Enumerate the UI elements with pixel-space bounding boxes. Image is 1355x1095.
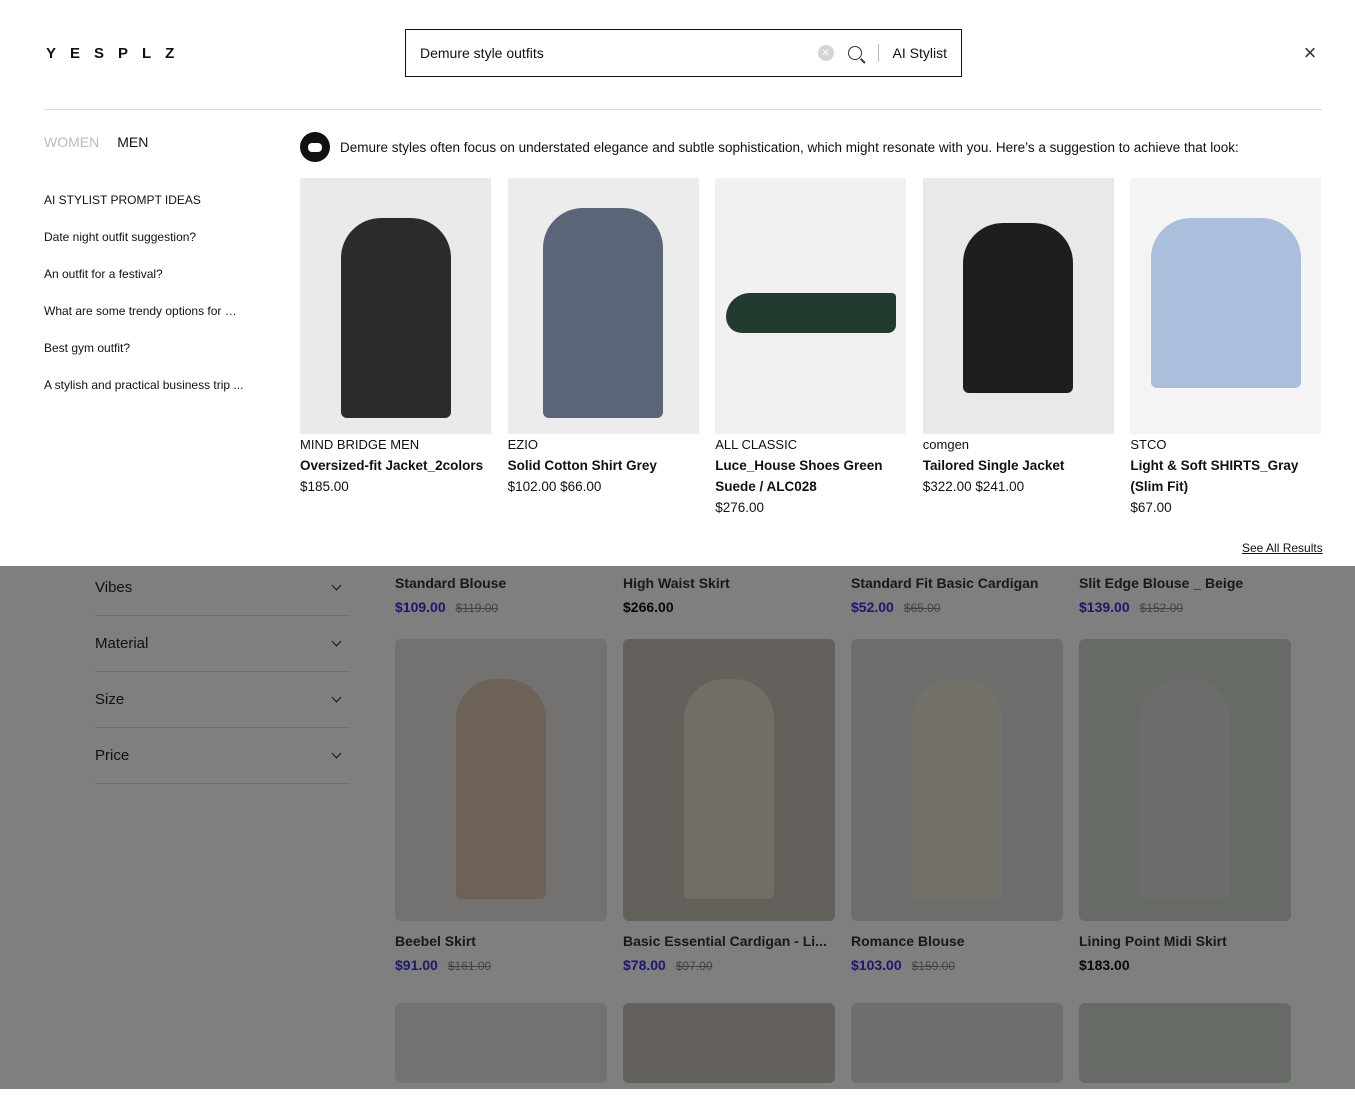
- suggestion-card[interactable]: EZIO Solid Cotton Shirt Grey $102.00 $66…: [507, 178, 700, 518]
- search-bar: ✕ AI Stylist: [405, 29, 962, 77]
- stylist-message: Demure styles often focus on understated…: [300, 132, 1239, 162]
- prompt-item[interactable]: An outfit for a festival?: [44, 267, 244, 281]
- prompt-ideas: AI STYLIST PROMPT IDEAS Date night outfi…: [44, 193, 244, 415]
- modal-overlay[interactable]: [0, 566, 1355, 1089]
- clear-icon[interactable]: ✕: [817, 45, 834, 61]
- product-image: [715, 178, 907, 434]
- search-icon[interactable]: [847, 46, 862, 60]
- product-name: Oversized-fit Jacket_2colors: [300, 458, 484, 473]
- divider: [44, 109, 1322, 110]
- product-name: Luce_House Shoes Green Suede / ALC028: [715, 458, 883, 494]
- suggestion-list: MIND BRIDGE MEN Oversized-fit Jacket_2co…: [300, 178, 1322, 518]
- ai-stylist-button[interactable]: AI Stylist: [893, 45, 947, 61]
- gender-tabs: WOMEN MEN: [44, 134, 166, 150]
- suggestion-card[interactable]: MIND BRIDGE MEN Oversized-fit Jacket_2co…: [300, 178, 492, 518]
- product-name: Solid Cotton Shirt Grey: [507, 458, 657, 473]
- robot-icon: [300, 132, 330, 162]
- product-image: [922, 178, 1114, 434]
- divider: [877, 44, 879, 62]
- product-brand: ALL CLASSIC: [715, 437, 798, 452]
- product-brand: MIND BRIDGE MEN: [300, 437, 420, 452]
- stylist-message-text: Demure styles often focus on understated…: [340, 139, 1239, 155]
- product-name: Light & Soft SHIRTS_Gray (Slim Fit): [1130, 458, 1299, 494]
- product-price: $67.00: [1130, 500, 1172, 515]
- product-price: $276.00: [715, 500, 764, 515]
- close-icon[interactable]: ×: [1300, 42, 1320, 64]
- prompt-item[interactable]: A stylish and practical business trip ..…: [44, 378, 244, 392]
- product-brand: STCO: [1130, 437, 1167, 452]
- prompt-ideas-title: AI STYLIST PROMPT IDEAS: [44, 193, 201, 207]
- product-image: [300, 178, 491, 434]
- product-brand: comgen: [922, 437, 970, 452]
- product-price: $322.00 $241.00: [922, 479, 1025, 494]
- prompt-item[interactable]: Date night outfit suggestion?: [44, 230, 244, 244]
- prompt-item[interactable]: Best gym outfit?: [44, 341, 244, 355]
- tab-men[interactable]: MEN: [117, 134, 148, 150]
- suggestion-card[interactable]: comgen Tailored Single Jacket $322.00 $2…: [922, 178, 1115, 518]
- search-panel: YESPLZ ✕ AI Stylist × WOMEN MEN AI STYLIS…: [0, 0, 1355, 566]
- see-all-results-link[interactable]: See All Results: [1242, 541, 1323, 555]
- product-image: [507, 178, 699, 434]
- product-brand: EZIO: [507, 437, 538, 452]
- product-name: Tailored Single Jacket: [922, 458, 1065, 473]
- suggestion-card[interactable]: ALL CLASSIC Luce_House Shoes Green Suede…: [715, 178, 907, 518]
- product-price: $185.00: [300, 479, 349, 494]
- prompt-item[interactable]: What are some trendy options for m...: [44, 304, 244, 318]
- tab-women[interactable]: WOMEN: [44, 134, 99, 150]
- product-price: $102.00 $66.00: [507, 479, 602, 494]
- suggestion-card[interactable]: STCO Light & Soft SHIRTS_Gray (Slim Fit)…: [1130, 178, 1322, 518]
- logo[interactable]: YESPLZ: [46, 45, 188, 62]
- search-input[interactable]: [420, 45, 818, 61]
- product-image: [1130, 178, 1322, 434]
